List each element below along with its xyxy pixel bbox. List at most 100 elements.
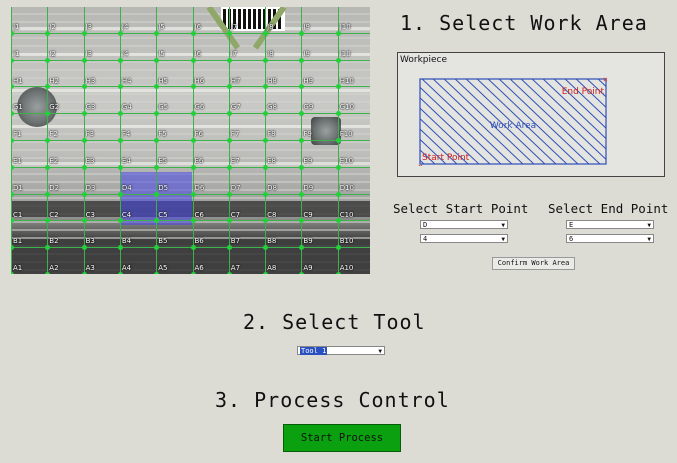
grid-point	[263, 191, 269, 197]
grid-point	[117, 57, 123, 63]
grid-point	[263, 111, 269, 117]
grid-point	[154, 111, 160, 117]
grid-point	[335, 245, 341, 251]
confirm-work-area-button[interactable]: Confirm Work Area	[492, 257, 575, 270]
grid-point	[45, 164, 51, 170]
grid-point	[263, 164, 269, 170]
grid-point	[190, 84, 196, 90]
grid-point	[81, 84, 87, 90]
grid-cell-label: J9	[303, 23, 310, 31]
start-row-select[interactable]: D ▼	[420, 220, 508, 229]
grid-point	[335, 111, 341, 117]
end-row-value: E	[569, 221, 574, 229]
grid-point	[81, 191, 87, 197]
grid-cell-label: A9	[303, 264, 313, 273]
grid-cell-label: I3	[85, 49, 93, 58]
grid-point	[45, 272, 51, 274]
grid-point	[335, 272, 341, 274]
grid-point	[190, 245, 196, 251]
grid-point	[117, 111, 123, 117]
grid-point	[263, 30, 269, 36]
grid-cell-label: G1	[13, 103, 23, 112]
grid-cell-label: A7	[230, 264, 241, 273]
grid-cell-label: H1	[13, 76, 23, 85]
grid-point	[45, 84, 51, 90]
grid-cell-label: C5	[158, 210, 168, 219]
camera-grid-view[interactable]: J1 J2 J3 J4 J5 J6 J7 J8 J9 J10 I1 I2 I3 I4 I5 I6 I7 I8 I9 I…	[11, 7, 370, 274]
grid-point	[81, 218, 87, 224]
grid-cell-label: D5	[158, 183, 169, 192]
start-col-select[interactable]: 4 ▼	[420, 234, 508, 243]
grid-cell-label: D8	[267, 183, 277, 192]
grid-cell-label: C10	[339, 210, 354, 219]
grid-cell-label: F10	[339, 130, 353, 139]
grid-point	[11, 218, 14, 224]
end-row-select[interactable]: E ▼	[566, 220, 654, 229]
grid-point	[190, 57, 196, 63]
grid-cell-label: B9	[303, 237, 313, 246]
grid-cell-label: C2	[49, 210, 59, 219]
grid-cell-label: C1	[13, 210, 23, 219]
grid-point	[299, 272, 305, 274]
tool-select[interactable]: Tool 1 ▼	[297, 346, 385, 355]
grid-cell-label: A4	[121, 264, 132, 273]
grid-point	[226, 245, 232, 251]
grid-point	[263, 245, 269, 251]
grid-cell-label: G3	[85, 103, 96, 112]
grid-cell-label: J4	[121, 23, 129, 31]
grid-cell-label: D10	[339, 183, 354, 192]
grid-point	[154, 57, 160, 63]
grid-point	[45, 30, 51, 36]
grid-cell-label: C4	[121, 210, 132, 219]
grid-point	[117, 218, 123, 224]
grid-point	[11, 191, 14, 197]
end-point-label: End Point	[562, 87, 605, 97]
chevron-down-icon: ▼	[501, 222, 505, 229]
grid-point	[335, 191, 341, 197]
end-col-select[interactable]: 6 ▼	[566, 234, 654, 243]
grid-point	[154, 191, 160, 197]
grid-cell-label: A2	[49, 264, 59, 273]
grid-cell-label: A3	[85, 264, 95, 273]
grid-cell-label: I6	[194, 49, 202, 58]
grid-point	[263, 272, 269, 274]
grid-point	[11, 57, 14, 63]
workpiece-label: Workpiece	[400, 55, 448, 65]
grid-point	[226, 191, 232, 197]
grid-point	[154, 272, 160, 274]
grid-point	[11, 272, 14, 274]
grid-point	[299, 164, 305, 170]
chevron-down-icon: ▼	[647, 222, 651, 229]
grid-cell-label: I2	[49, 49, 56, 58]
start-process-button[interactable]: Start Process	[283, 424, 401, 452]
grid-point	[335, 30, 341, 36]
grid-cell-label: G10	[339, 103, 355, 112]
grid-point	[335, 84, 341, 90]
grid-point	[335, 218, 341, 224]
grid-point	[335, 57, 341, 63]
grid-point	[226, 57, 232, 63]
grid-cell-label: B2	[49, 237, 59, 246]
grid-cell-label: A8	[267, 264, 277, 273]
grid-cell-label: H8	[267, 76, 277, 85]
end-col-value: 6	[569, 235, 574, 243]
grid-cell-label: C9	[303, 210, 313, 219]
grid-point	[81, 245, 87, 251]
grid-cell-label: D1	[13, 183, 23, 192]
grid-cell-label: H10	[339, 76, 354, 85]
grid-cell-label: I7	[230, 49, 238, 58]
grid-point	[299, 30, 305, 36]
grid-cell-label: F3	[85, 130, 95, 139]
grid-point	[11, 111, 14, 117]
grid-cell-label: D4	[121, 183, 132, 192]
start-row-value: D	[423, 221, 428, 229]
grid-point	[117, 191, 123, 197]
grid-cell-label: H4	[121, 76, 132, 85]
grid-point	[154, 164, 160, 170]
grid-point	[81, 111, 87, 117]
grid-point	[81, 164, 87, 170]
grid-point	[335, 138, 341, 143]
grid-cell-label: H3	[85, 76, 96, 85]
grid-cell-label: A5	[158, 264, 168, 273]
grid-point	[226, 272, 232, 274]
